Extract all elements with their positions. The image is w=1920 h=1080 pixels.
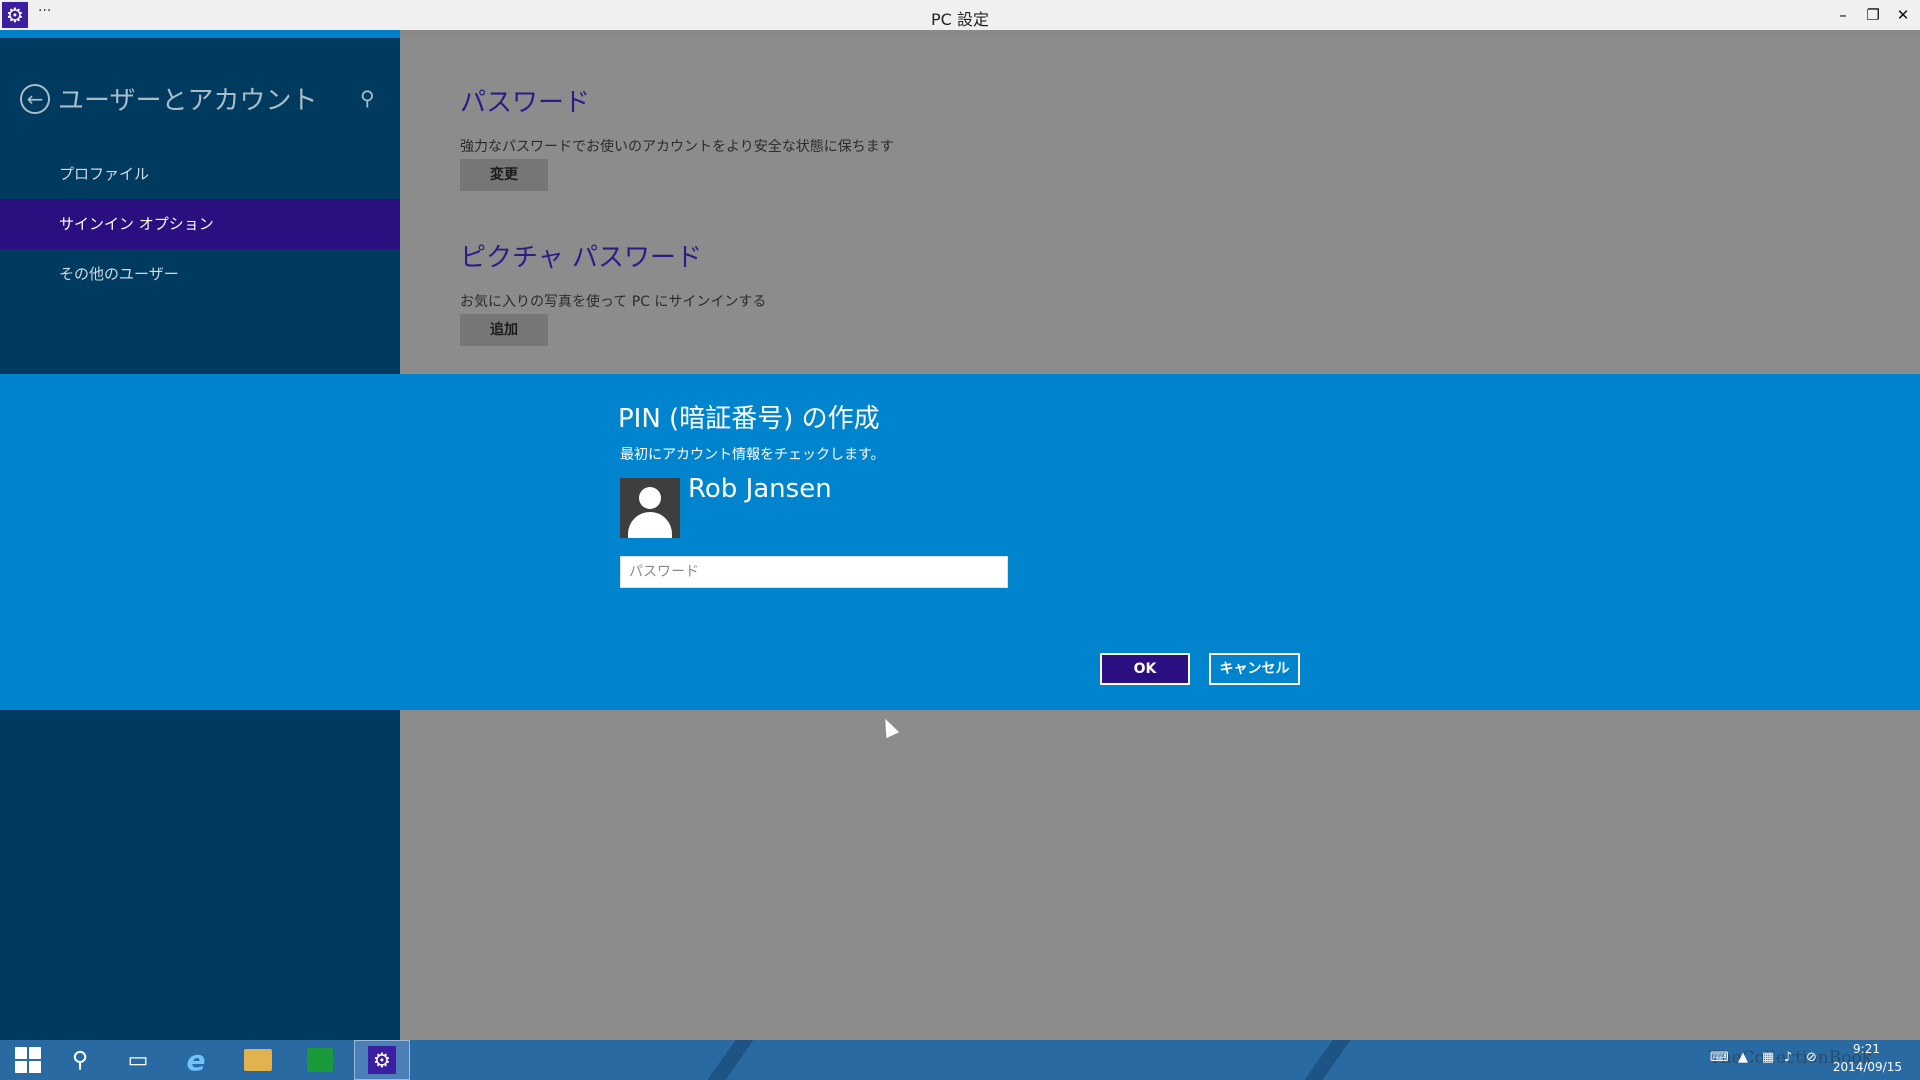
search-icon[interactable]: ⚲: [360, 86, 375, 110]
windows-logo-icon: [15, 1047, 41, 1073]
ok-button[interactable]: OK: [1100, 653, 1190, 685]
user-name: Rob Jansen: [688, 474, 832, 504]
sidebar-item-label: プロファイル: [59, 165, 150, 183]
minimize-button[interactable]: –: [1828, 4, 1858, 26]
search-icon[interactable]: ⚲: [52, 1040, 108, 1080]
dialog-title: PIN (暗証番号) の作成: [618, 404, 880, 434]
dialog-subtitle: 最初にアカウント情報をチェックします。: [620, 447, 885, 463]
task-view-icon[interactable]: ▭: [110, 1040, 166, 1080]
sidebar-item-signin-options[interactable]: サインイン オプション: [0, 199, 400, 249]
accent-strip: [0, 30, 400, 38]
clock-time[interactable]: 9:21: [1853, 1042, 1880, 1056]
add-picture-password-button[interactable]: 追加: [460, 314, 548, 346]
file-explorer-icon[interactable]: [230, 1040, 286, 1080]
back-arrow-icon[interactable]: ←: [20, 84, 50, 114]
sidebar-title: ユーザーとアカウント: [58, 86, 318, 116]
notification-icon[interactable]: ⊘: [1806, 1050, 1817, 1065]
sidebar-item-label: その他のユーザー: [59, 265, 179, 283]
close-button[interactable]: ✕: [1888, 4, 1918, 26]
taskbar: ⚲ ▭ e ⚙ TheCollectionBook ⌨ ▲ ▦ ♪ ⊘ 9:21…: [0, 1040, 1920, 1080]
start-button[interactable]: [0, 1040, 56, 1080]
create-pin-dialog: PIN (暗証番号) の作成 最初にアカウント情報をチェックします。 Rob J…: [0, 374, 1920, 710]
change-password-button[interactable]: 変更: [460, 159, 548, 191]
store-icon[interactable]: [292, 1040, 348, 1080]
gear-icon: ⚙: [368, 1046, 396, 1074]
title-bar: ⚙ ··· PC 設定 – ❐ ✕: [0, 0, 1920, 30]
tray-expand-icon[interactable]: ▲: [1738, 1050, 1748, 1065]
password-section-title: パスワード: [460, 88, 591, 118]
sidebar-item-profile[interactable]: プロファイル: [0, 149, 400, 199]
cancel-button[interactable]: キャンセル: [1209, 653, 1300, 685]
keyboard-icon[interactable]: ⌨: [1710, 1050, 1729, 1065]
password-input[interactable]: [620, 556, 1008, 588]
window-title: PC 設定: [931, 10, 989, 29]
picture-password-section-description: お気に入りの写真を使って PC にサインインする: [460, 294, 767, 310]
password-section-description: 強力なパスワードでお使いのアカウントをより安全な状態に保ちます: [460, 139, 894, 155]
user-avatar-icon: [620, 478, 680, 538]
network-icon[interactable]: ▦: [1762, 1050, 1774, 1065]
sidebar-item-other-users[interactable]: その他のユーザー: [0, 249, 400, 299]
volume-icon[interactable]: ♪: [1784, 1050, 1792, 1065]
maximize-button[interactable]: ❐: [1858, 4, 1888, 26]
clock-date[interactable]: 2014/09/15: [1833, 1060, 1902, 1074]
sidebar-item-label: サインイン オプション: [59, 215, 214, 233]
picture-password-section-title: ピクチャ パスワード: [460, 243, 703, 273]
internet-explorer-icon[interactable]: e: [168, 1040, 224, 1080]
pc-settings-taskbar-button[interactable]: ⚙: [354, 1040, 410, 1080]
